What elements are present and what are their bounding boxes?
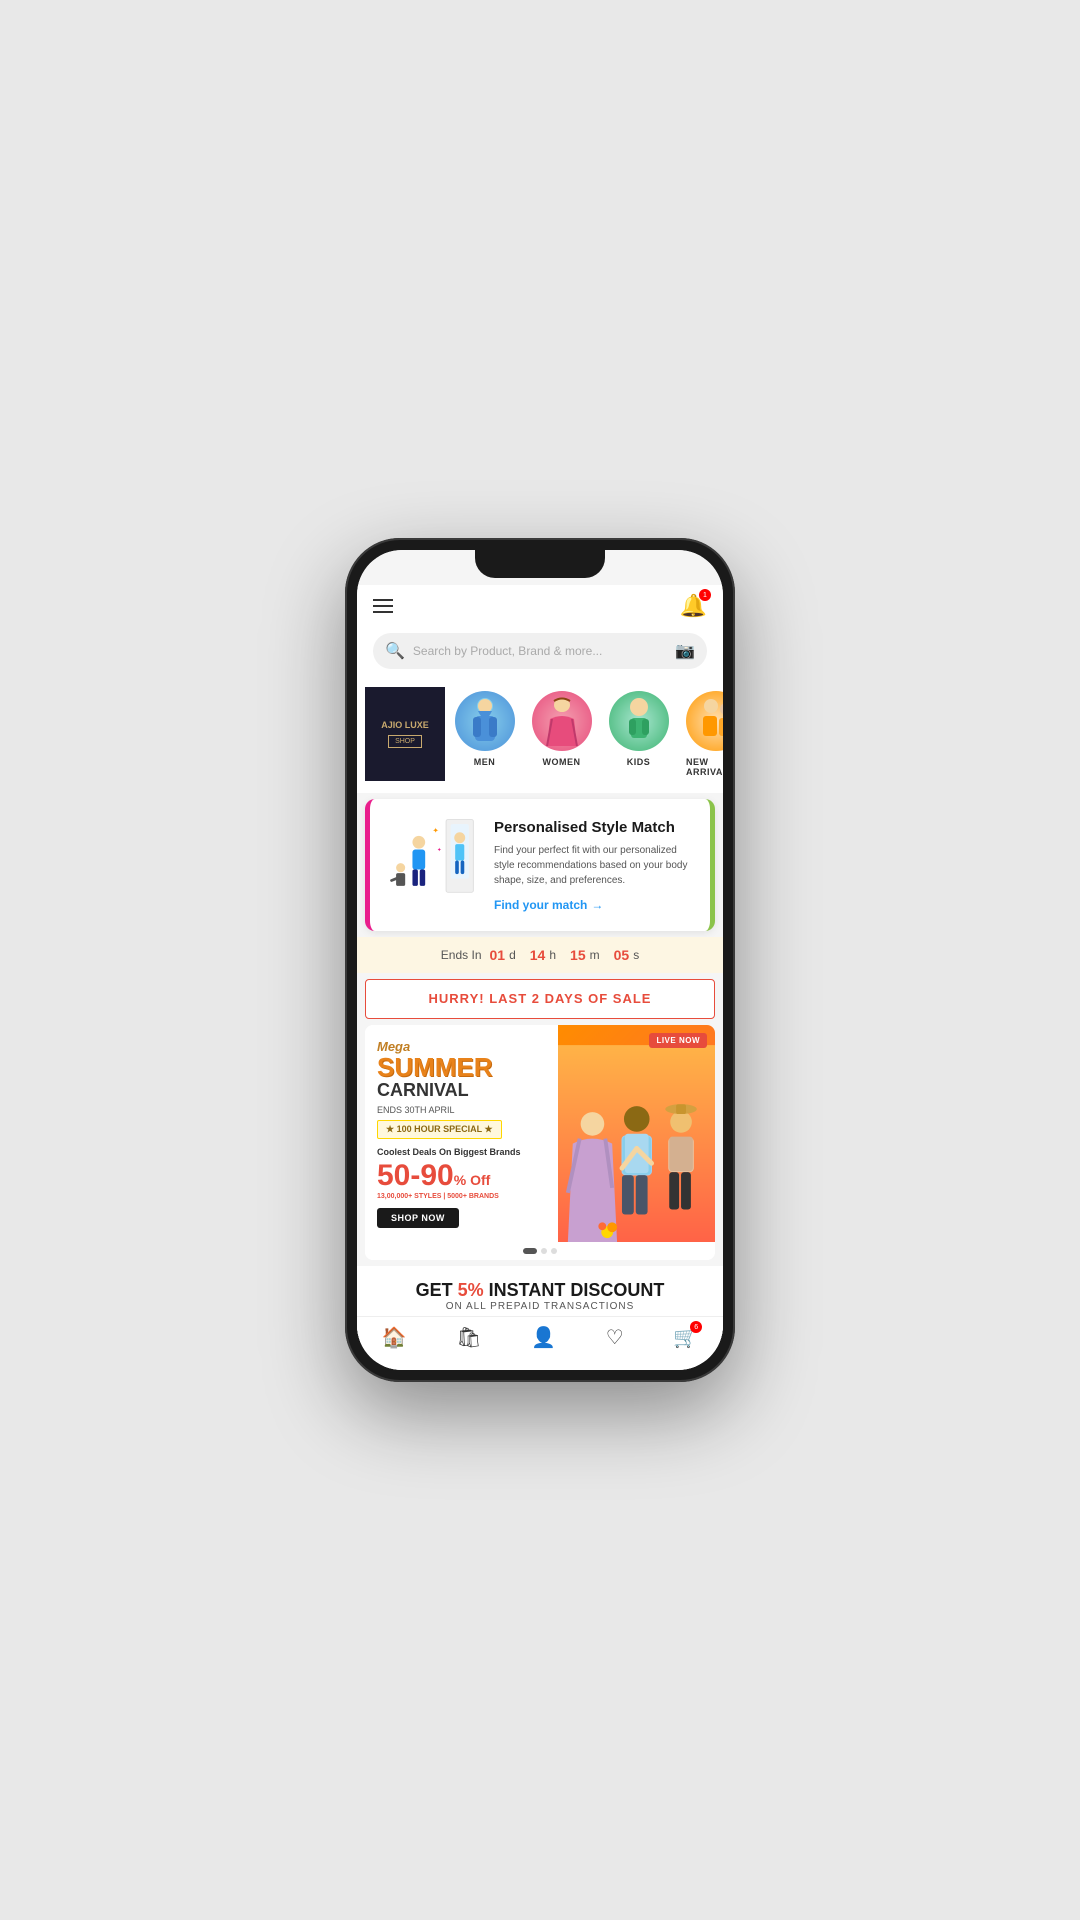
middle-text: INSTANT DISCOUNT [484,1280,665,1300]
bag-badge: 6 [690,1321,702,1333]
countdown-hours-unit: h [549,948,556,962]
header: 🔔 1 [357,585,723,627]
notch [475,550,605,578]
phone-screen: 🔔 1 🔍 Search by Product, Brand & more...… [357,550,723,1370]
dot-1[interactable] [523,1248,537,1254]
kids-label: KIDS [627,757,651,767]
find-match-arrow: → [591,898,603,912]
shop-now-button[interactable]: SHOP NOW [377,1208,459,1228]
dot-2[interactable] [541,1248,547,1254]
carnival-banner[interactable]: Mega SUMMER CARNIVAL ENDS 30TH APRIL ★ 1… [365,1025,715,1260]
screen-content: 🔔 1 🔍 Search by Product, Brand & more...… [357,550,723,1370]
countdown-days: 01 [490,947,506,963]
style-match-text-block: Personalised Style Match Find your perfe… [494,818,698,913]
styles-brands-text: 13,00,000+ STYLES | 5000+ BRANDS [377,1193,546,1200]
coolest-deals-text: Coolest Deals On Biggest Brands [377,1147,546,1157]
countdown-bar: Ends In 01 d 14 h 15 m 05 s [357,937,723,973]
camera-icon[interactable]: 📷 [675,641,695,661]
stores-icon: 🛍 [456,1325,481,1350]
style-match-illustration: ✦ ✦ [382,815,482,915]
svg-text:✦: ✦ [432,826,438,835]
style-match-description: Find your perfect fit with our personali… [494,843,698,888]
hurry-banner[interactable]: HURRY! LAST 2 DAYS OF SALE [365,979,715,1019]
carnival-left: Mega SUMMER CARNIVAL ENDS 30TH APRIL ★ 1… [365,1025,558,1242]
luxe-logo: AJIO LUXE [381,720,429,732]
women-circle [532,691,592,751]
hurry-text: HURRY! LAST 2 DAYS OF SALE [429,991,652,1006]
search-placeholder: Search by Product, Brand & more... [413,644,667,658]
carnival-content: Mega SUMMER CARNIVAL ENDS 30TH APRIL ★ 1… [365,1025,715,1242]
nav-account[interactable]: 👤 [531,1325,556,1350]
percent-text: 5% [458,1280,484,1300]
men-illustration [455,691,515,751]
countdown-seconds-unit: s [633,948,639,962]
notification-badge: 1 [699,589,711,601]
carnival-people-svg [558,1025,716,1242]
menu-button[interactable] [373,599,393,613]
discount-text: 50-90% Off [377,1161,546,1191]
search-input-container[interactable]: 🔍 Search by Product, Brand & more... 📷 [373,633,707,669]
men-circle [455,691,515,751]
categories-row: AJIO LUXE SHOP [357,679,723,793]
style-match-banner[interactable]: ✦ ✦ Personalised Style Match Find your p… [365,799,715,931]
women-label: WOMEN [543,757,581,767]
find-match-text: Find your match [494,898,587,912]
bottom-navigation: 🏠 🛍 👤 ♡ 🛒 6 [357,1316,723,1370]
kids-illustration [609,691,669,751]
women-illustration [532,691,592,751]
nav-wishlist[interactable]: ♡ [606,1325,624,1350]
search-icon: 🔍 [385,641,405,661]
find-match-link[interactable]: Find your match → [494,898,698,912]
style-match-title: Personalised Style Match [494,818,698,838]
carnival-text: CARNIVAL [377,1080,546,1101]
men-label: MEN [474,757,496,767]
arrivals-illustration [686,691,724,751]
ends-text: ENDS 30TH APRIL [377,1105,546,1115]
live-badge: LIVE NOW [649,1033,707,1048]
nav-home[interactable]: 🏠 [382,1325,407,1350]
notification-button[interactable]: 🔔 1 [680,593,707,619]
dot-3[interactable] [551,1248,557,1254]
countdown-minutes: 15 [570,947,586,963]
countdown-minutes-unit: m [590,948,600,962]
summer-text: SUMMER [377,1054,546,1080]
arrivals-circle [686,691,724,751]
countdown-hours: 14 [530,947,546,963]
account-icon: 👤 [531,1325,556,1350]
home-icon: 🏠 [382,1325,407,1350]
kids-circle [609,691,669,751]
phone-frame: 🔔 1 🔍 Search by Product, Brand & more...… [345,538,735,1382]
search-bar: 🔍 Search by Product, Brand & more... 📷 [357,627,723,679]
get-text: GET [416,1280,458,1300]
nav-bag[interactable]: 🛒 6 [673,1325,698,1350]
carousel-dots [365,1242,715,1260]
wishlist-icon: ♡ [606,1325,624,1350]
instant-discount-title: GET 5% INSTANT DISCOUNT [373,1280,707,1301]
category-luxe[interactable]: AJIO LUXE SHOP [365,687,445,781]
svg-text:✦: ✦ [437,847,442,853]
carnival-right: LIVE NOW [558,1025,716,1242]
nav-stores[interactable]: 🛍 [456,1325,481,1350]
style-illustration-svg: ✦ ✦ [382,815,492,915]
category-new-arrivals[interactable]: NEW ARRIVALS [678,687,723,781]
category-men[interactable]: MEN [447,687,522,781]
countdown-days-unit: d [509,948,516,962]
countdown-label: Ends In [441,948,482,962]
new-arrivals-label: NEW ARRIVALS [686,757,723,777]
hour-special: ★ 100 HOUR SPECIAL ★ [377,1120,502,1139]
category-women[interactable]: WOMEN [524,687,599,781]
countdown-seconds: 05 [614,947,630,963]
instant-discount-sub: ON ALL PREPAID TRANSACTIONS [373,1301,707,1312]
luxe-shop-label: SHOP [388,735,422,748]
category-kids[interactable]: KIDS [601,687,676,781]
